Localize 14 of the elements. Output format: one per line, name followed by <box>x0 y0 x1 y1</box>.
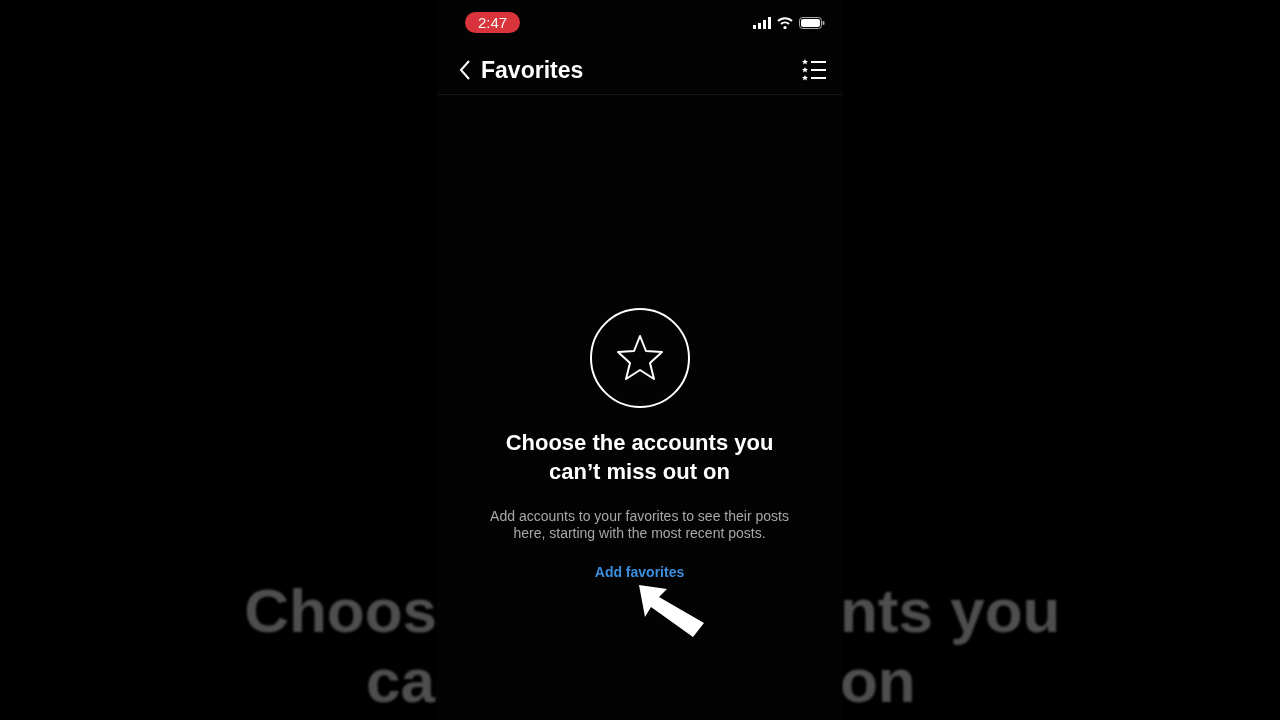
backdrop-text: on <box>842 646 916 716</box>
status-time: 2:47 <box>465 11 521 33</box>
backdrop-text: nts you <box>842 576 1061 646</box>
page-title: Favorites <box>481 56 585 84</box>
battery-icon <box>799 17 825 29</box>
backdrop-text: Choos <box>244 576 437 646</box>
wifi-icon <box>777 17 793 29</box>
empty-state-title: Choose the accounts you can’t miss out on <box>504 429 775 486</box>
starred-list-icon[interactable] <box>802 59 826 81</box>
signal-icon <box>753 17 771 29</box>
add-favorites-link[interactable]: Add favorites <box>594 564 685 580</box>
empty-state-description: Add accounts to your favorites to see their posts here, starting with the most recent posts. <box>489 508 790 542</box>
back-icon[interactable] <box>459 59 471 81</box>
backdrop-text: ca <box>366 646 435 716</box>
